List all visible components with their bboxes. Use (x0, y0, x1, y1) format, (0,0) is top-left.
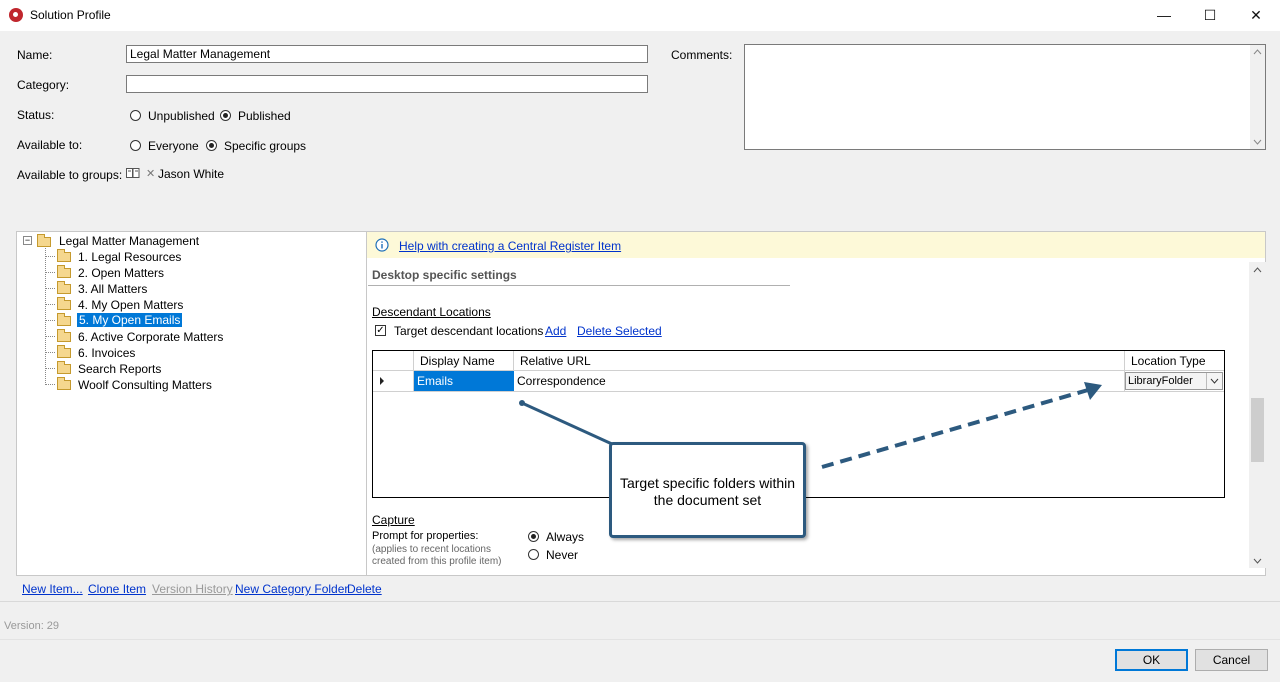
info-icon (375, 238, 389, 252)
footer-bar (0, 639, 1280, 682)
window-title: Solution Profile (30, 8, 111, 22)
folder-icon (57, 297, 71, 310)
minimize-icon[interactable]: — (1141, 4, 1187, 26)
profile-tree[interactable]: − Legal Matter Management 1. Legal Resou… (16, 231, 366, 576)
descendant-heading: Descendant Locations (372, 305, 491, 319)
new-item-link[interactable]: New Item... (22, 582, 83, 596)
version-label: Version: 29 (4, 620, 60, 632)
column-display-name[interactable]: Display Name (414, 351, 514, 371)
available-label: Available to: (17, 138, 83, 152)
status-label: Status: (17, 108, 55, 122)
tree-item-invoices[interactable]: 6. Invoices (78, 346, 135, 360)
prompt-label: Prompt for properties: (372, 530, 479, 542)
folder-icon (57, 313, 71, 326)
tree-item-all-matters[interactable]: 3. All Matters (78, 282, 147, 296)
tree-expander[interactable]: − (23, 236, 32, 245)
tree-item-open-matters[interactable]: 2. Open Matters (78, 266, 164, 280)
location-type-value: LibraryFolder (1128, 375, 1193, 387)
status-unpublished-radio[interactable] (130, 110, 141, 121)
search-folder-icon (57, 361, 71, 374)
status-published-radio[interactable] (220, 110, 231, 121)
add-link[interactable]: Add (545, 324, 566, 338)
tree-item-woolf-consulting-matters[interactable]: Woolf Consulting Matters (78, 378, 212, 392)
available-specific-label[interactable]: Specific groups (224, 139, 306, 153)
row-selector[interactable] (373, 371, 414, 391)
available-everyone-radio[interactable] (130, 140, 141, 151)
section-divider (368, 285, 790, 286)
address-book-icon[interactable] (126, 167, 140, 178)
maximize-icon[interactable]: ☐ (1187, 4, 1233, 26)
comments-textarea[interactable] (744, 44, 1266, 150)
delete-link[interactable]: Delete (347, 582, 382, 596)
cell-display-name[interactable]: Emails (414, 371, 514, 391)
ok-button[interactable]: OK (1115, 649, 1188, 671)
comments-label: Comments: (671, 48, 733, 62)
available-specific-radio[interactable] (206, 140, 217, 151)
comments-scrollbar[interactable] (1250, 45, 1265, 149)
tree-item-my-open-emails[interactable]: 5. My Open Emails (77, 313, 183, 327)
clone-item-link[interactable]: Clone Item (88, 582, 146, 596)
remove-group-icon[interactable]: ✕ (146, 167, 155, 180)
tree-item-active-corporate-matters[interactable]: 6. Active Corporate Matters (78, 330, 223, 344)
title-bar (0, 0, 1280, 31)
version-history-link: Version History (152, 582, 233, 596)
location-type-select[interactable]: LibraryFolder (1125, 372, 1223, 390)
tree-item-my-open-matters[interactable]: 4. My Open Matters (78, 298, 183, 312)
capture-heading: Capture (372, 513, 415, 527)
section-title: Desktop specific settings (372, 268, 517, 282)
prompt-always-radio[interactable] (528, 531, 539, 542)
prompt-note: (applies to recent locations created fro… (372, 544, 502, 567)
chevron-down-icon[interactable] (1206, 373, 1222, 389)
groups-label: Available to groups: (17, 168, 123, 182)
cancel-button[interactable]: Cancel (1195, 649, 1268, 671)
divider (0, 601, 1280, 602)
app-icon (9, 8, 23, 22)
prompt-always-label[interactable]: Always (546, 530, 584, 544)
delete-selected-link[interactable]: Delete Selected (577, 324, 662, 338)
status-unpublished-label[interactable]: Unpublished (148, 109, 215, 123)
folder-icon (57, 345, 71, 358)
target-descendant-checkbox[interactable]: ✓ (375, 325, 386, 336)
category-label: Category: (17, 78, 70, 92)
row-header-corner (373, 351, 414, 371)
folder-icon (57, 281, 71, 294)
folder-icon (57, 265, 71, 278)
tree-root[interactable]: Legal Matter Management (59, 234, 199, 248)
close-icon[interactable]: ✕ (1233, 4, 1279, 26)
help-link[interactable]: Help with creating a Central Register It… (399, 239, 621, 253)
callout-box: Target specific folders within the docum… (609, 442, 806, 538)
name-label: Name: (17, 48, 53, 62)
group-name: Jason White (158, 167, 225, 181)
new-category-folder-link[interactable]: New Category Folder (235, 582, 348, 596)
available-everyone-label[interactable]: Everyone (148, 139, 199, 153)
callout-arrows (519, 382, 1102, 469)
search-folder-icon (57, 377, 71, 390)
tree-item-legal-resources[interactable]: 1. Legal Resources (78, 250, 181, 264)
tree-item-search-reports[interactable]: Search Reports (78, 362, 161, 376)
name-input[interactable]: Legal Matter Management (126, 45, 648, 63)
folder-icon (37, 234, 51, 247)
status-published-label[interactable]: Published (238, 109, 291, 123)
prompt-never-radio[interactable] (528, 549, 539, 560)
column-relative-url[interactable]: Relative URL (514, 351, 1125, 371)
detail-scrollbar[interactable] (1249, 262, 1266, 568)
folder-icon (57, 329, 71, 342)
category-input[interactable] (126, 75, 648, 93)
prompt-never-label[interactable]: Never (546, 548, 578, 562)
column-location-type[interactable]: Location Type (1125, 351, 1224, 371)
target-descendant-label[interactable]: Target descendant locations (394, 324, 543, 338)
folder-icon (57, 249, 71, 262)
